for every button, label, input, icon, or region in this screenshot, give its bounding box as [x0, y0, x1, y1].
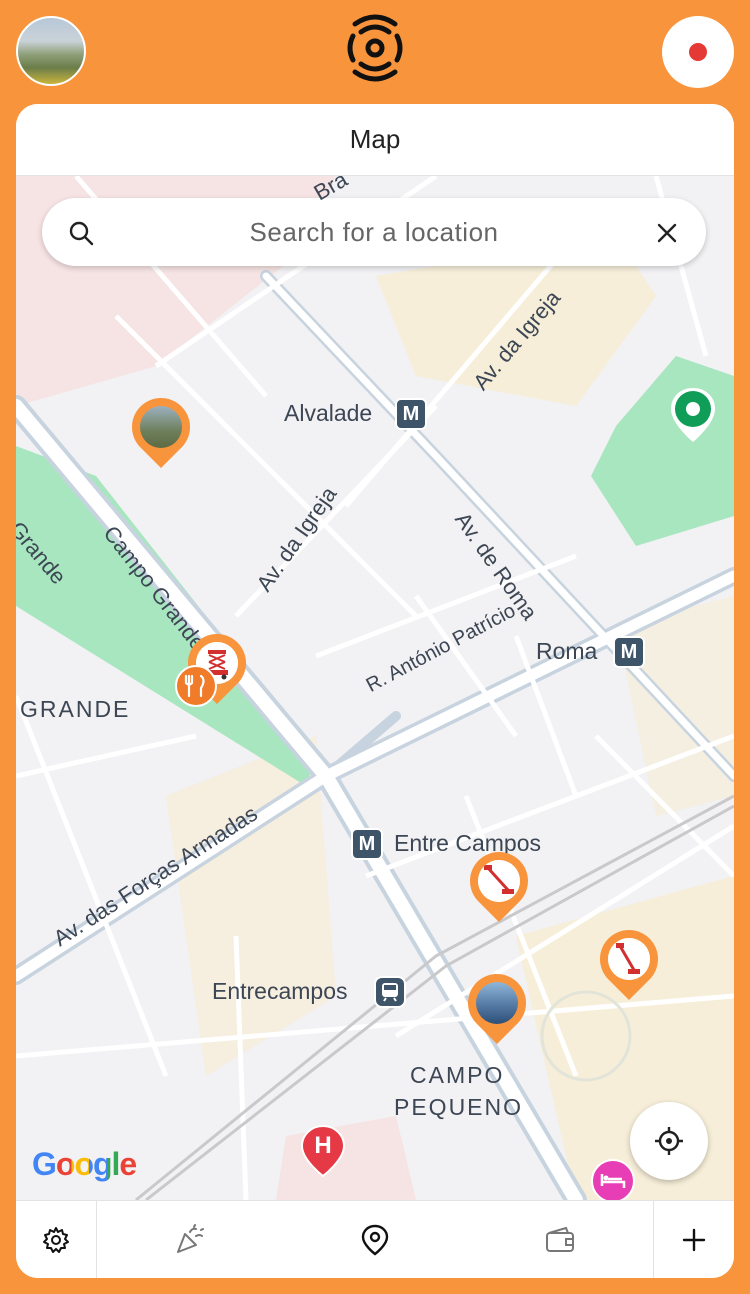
tab-wallet[interactable]: [468, 1201, 653, 1278]
hospital-label: H: [314, 1132, 332, 1159]
crosshair-icon: [655, 1127, 683, 1155]
map-card: Map Search for a location Bra Av. da Igr…: [16, 104, 734, 1278]
metro-label-roma: Roma: [536, 638, 598, 664]
tab-events[interactable]: [97, 1201, 282, 1278]
metro-icon-entre-campos: M: [351, 828, 383, 860]
area-label-grande: GRANDE: [20, 696, 131, 722]
area-label-campo: CAMPO: [410, 1062, 505, 1088]
hotel-icon[interactable]: [590, 1158, 636, 1200]
broadcast-signal-logo-icon: [347, 14, 403, 82]
tab-settings[interactable]: [16, 1201, 97, 1278]
party-popper-icon: [176, 1223, 204, 1253]
metro-icon-alvalade: M: [395, 398, 427, 430]
media-pin-boom-lift-2[interactable]: [587, 917, 671, 1002]
map-view[interactable]: Search for a location Bra Av. da Igreja …: [16, 176, 734, 1200]
close-icon[interactable]: [656, 222, 678, 244]
boom-lift-icon: [478, 860, 520, 902]
profile-avatar[interactable]: [16, 16, 86, 86]
map-pin-icon: [361, 1224, 389, 1256]
google-attribution: Google: [32, 1146, 137, 1182]
area-label-pequeno: PEQUENO: [394, 1094, 524, 1120]
plus-icon: [682, 1228, 706, 1251]
train-station-icon: [374, 976, 406, 1008]
card-header: Map: [16, 104, 734, 176]
location-pin-green-icon[interactable]: [668, 386, 718, 446]
tab-add[interactable]: [652, 1201, 734, 1278]
my-location-button[interactable]: [630, 1102, 708, 1180]
bottom-tab-bar: [16, 1200, 734, 1278]
settings-gear-icon: [43, 1226, 69, 1253]
page-title: Map: [349, 124, 401, 154]
location-search-bar[interactable]: Search for a location: [42, 198, 706, 266]
record-button[interactable]: [662, 16, 734, 88]
search-icon: [69, 221, 94, 246]
train-label-entrecampos: Entrecampos: [212, 978, 348, 1004]
restaurant-icon[interactable]: [174, 664, 218, 708]
wallet-icon: [546, 1226, 575, 1252]
record-dot-icon: [689, 43, 707, 61]
tab-map[interactable]: [282, 1201, 467, 1278]
media-pin-boom-lift-1[interactable]: [457, 839, 541, 924]
search-input[interactable]: Search for a location: [42, 217, 706, 248]
media-pin-building[interactable]: [455, 961, 539, 1046]
media-pin-garden[interactable]: [119, 385, 203, 470]
boom-lift-icon: [608, 938, 650, 980]
metro-label-alvalade: Alvalade: [284, 400, 373, 426]
metro-icon-roma: M: [613, 636, 645, 668]
